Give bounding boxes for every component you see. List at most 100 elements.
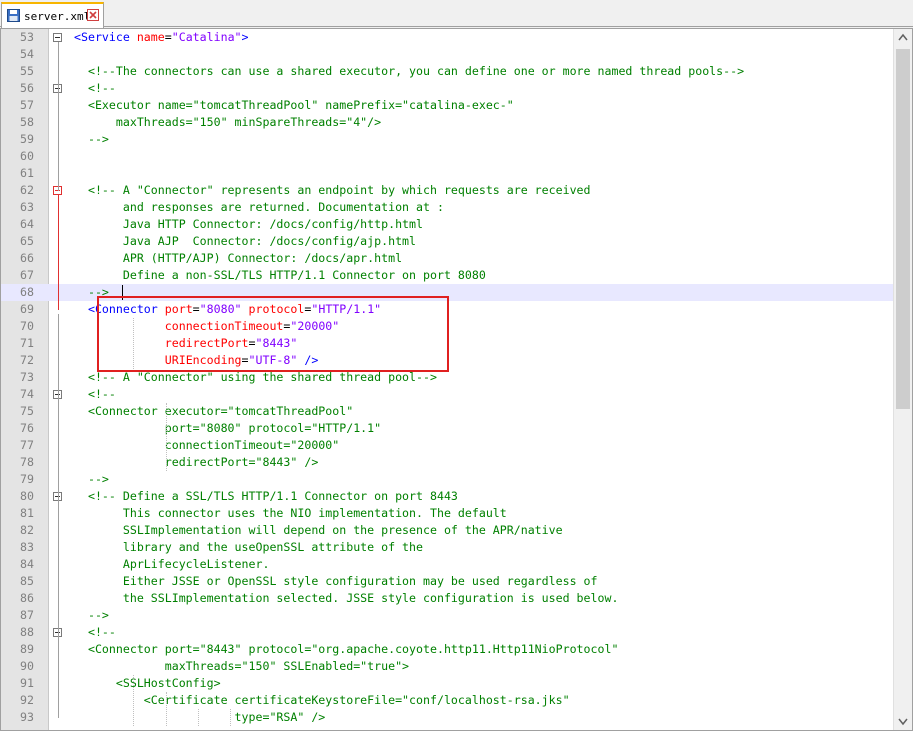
- tab-server-xml[interactable]: server.xml: [1, 2, 104, 28]
- code-line[interactable]: 83 library and the useOpenSSL attribute …: [1, 539, 894, 556]
- code-text: -->: [74, 131, 109, 148]
- code-token: This connector uses the NIO implementati…: [74, 506, 507, 520]
- code-token: SSLImplementation will depend on the pre…: [74, 523, 563, 537]
- code-line[interactable]: 75 <Connector executor="tomcatThreadPool…: [1, 403, 894, 420]
- code-line[interactable]: 82 SSLImplementation will depend on the …: [1, 522, 894, 539]
- code-token: Java HTTP Connector: /docs/config/http.h…: [74, 217, 424, 231]
- code-token: <Certificate certificateKeystoreFile="co…: [74, 693, 570, 707]
- line-number: 75: [20, 404, 34, 418]
- code-line[interactable]: 62 <!-- A "Connector" represents an endp…: [1, 182, 894, 199]
- close-icon[interactable]: [87, 9, 99, 21]
- fold-guide-line: [58, 314, 59, 718]
- indent-guide: [198, 709, 199, 726]
- code-text: This connector uses the NIO implementati…: [74, 505, 507, 522]
- code-token: library and the useOpenSSL attribute of …: [74, 540, 424, 554]
- code-line[interactable]: 67 Define a non-SSL/TLS HTTP/1.1 Connect…: [1, 267, 894, 284]
- tab-title: server.xml: [24, 10, 91, 23]
- line-number: 89: [20, 642, 34, 656]
- vertical-scrollbar[interactable]: [893, 29, 912, 730]
- code-token: <!--: [74, 81, 116, 95]
- line-number: 81: [20, 506, 34, 520]
- code-text: SSLImplementation will depend on the pre…: [74, 522, 563, 539]
- fold-toggle[interactable]: [53, 33, 62, 42]
- code-line[interactable]: 92 <Certificate certificateKeystoreFile=…: [1, 692, 894, 709]
- line-number: 90: [20, 659, 34, 673]
- code-line[interactable]: 59 -->: [1, 131, 894, 148]
- code-text: <Certificate certificateKeystoreFile="co…: [74, 692, 570, 709]
- code-token: <Connector port="8443" protocol="org.apa…: [74, 642, 619, 656]
- code-token: <!-- Define a SSL/TLS HTTP/1.1 Connector…: [74, 489, 458, 503]
- scroll-up-icon[interactable]: [894, 29, 912, 46]
- code-line[interactable]: 89 <Connector port="8443" protocol="org.…: [1, 641, 894, 658]
- line-number: 87: [20, 608, 34, 622]
- code-token: <SSLHostConfig>: [74, 676, 221, 690]
- code-line[interactable]: 90 maxThreads="150" SSLEnabled="true">: [1, 658, 894, 675]
- code-text: <!--The connectors can use a shared exec…: [74, 63, 744, 80]
- code-token: "Catalina": [171, 30, 242, 44]
- line-number: 57: [20, 98, 34, 112]
- code-line[interactable]: 77 connectionTimeout="20000": [1, 437, 894, 454]
- line-number: 65: [20, 234, 34, 248]
- code-token: redirectPort="8443" />: [74, 455, 319, 469]
- code-line[interactable]: 93 type="RSA" />: [1, 709, 894, 726]
- code-line[interactable]: 76 port="8080" protocol="HTTP/1.1": [1, 420, 894, 437]
- code-line[interactable]: 80 <!-- Define a SSL/TLS HTTP/1.1 Connec…: [1, 488, 894, 505]
- code-line[interactable]: 53 <Service name="Catalina">: [1, 29, 894, 46]
- line-number: 55: [20, 64, 34, 78]
- indent-guide: [230, 709, 231, 726]
- code-line[interactable]: 79 -->: [1, 471, 894, 488]
- line-number: 56: [20, 81, 34, 95]
- code-line[interactable]: 81 This connector uses the NIO implement…: [1, 505, 894, 522]
- line-number: 64: [20, 217, 34, 231]
- code-text: <Service name="Catalina">: [74, 29, 249, 46]
- code-line[interactable]: 55 <!--The connectors can use a shared e…: [1, 63, 894, 80]
- code-line[interactable]: 54: [1, 46, 894, 63]
- line-number: 66: [20, 251, 34, 265]
- code-line[interactable]: 84 AprLifecycleListener.: [1, 556, 894, 573]
- code-line[interactable]: 86 the SSLImplementation selected. JSSE …: [1, 590, 894, 607]
- code-text: <!--: [74, 624, 116, 641]
- code-text: Java AJP Connector: /docs/config/ajp.htm…: [74, 233, 416, 250]
- code-token: maxThreads="150" minSpareThreads="4"/>: [74, 115, 382, 129]
- scrollbar-thumb[interactable]: [896, 49, 910, 409]
- code-text: -->: [74, 607, 109, 624]
- code-text: AprLifecycleListener.: [74, 556, 270, 573]
- indent-guide: [166, 692, 167, 726]
- code-token: <!--: [74, 625, 116, 639]
- line-number: 78: [20, 455, 34, 469]
- code-token: maxThreads="150" SSLEnabled="true">: [74, 659, 410, 673]
- line-number: 88: [20, 625, 34, 639]
- code-text: library and the useOpenSSL attribute of …: [74, 539, 423, 556]
- line-number: 60: [20, 149, 34, 163]
- code-line[interactable]: 74 <!--: [1, 386, 894, 403]
- code-text: Either JSSE or OpenSSL style configurati…: [74, 573, 598, 590]
- code-line[interactable]: 65 Java AJP Connector: /docs/config/ajp.…: [1, 233, 894, 250]
- code-token: <Connector executor="tomcatThreadPool": [74, 404, 354, 418]
- code-line[interactable]: 57 <Executor name="tomcatThreadPool" nam…: [1, 97, 894, 114]
- code-text: <!--: [74, 386, 116, 403]
- code-line[interactable]: 61: [1, 165, 894, 182]
- code-text: redirectPort="8443" />: [74, 454, 319, 471]
- code-line[interactable]: 66 APR (HTTP/AJP) Connector: /docs/apr.h…: [1, 250, 894, 267]
- code-line[interactable]: 87 -->: [1, 607, 894, 624]
- line-number: 68: [20, 285, 34, 299]
- scroll-down-icon[interactable]: [894, 713, 912, 730]
- code-line[interactable]: 60: [1, 148, 894, 165]
- code-line[interactable]: 88 <!--: [1, 624, 894, 641]
- line-number: 70: [20, 319, 34, 333]
- code-line[interactable]: 64 Java HTTP Connector: /docs/config/htt…: [1, 216, 894, 233]
- code-line[interactable]: 78 redirectPort="8443" />: [1, 454, 894, 471]
- code-line[interactable]: 85 Either JSSE or OpenSSL style configur…: [1, 573, 894, 590]
- line-number: 76: [20, 421, 34, 435]
- line-number: 83: [20, 540, 34, 554]
- line-number: 80: [20, 489, 34, 503]
- code-line[interactable]: 56 <!--: [1, 80, 894, 97]
- code-token: -->: [74, 472, 109, 486]
- code-token: <!--The connectors can use a shared exec…: [74, 64, 745, 78]
- code-editor[interactable]: 53 <Service name="Catalina"> 54 55 <!--The …: [0, 28, 913, 731]
- code-line[interactable]: 91 <SSLHostConfig>: [1, 675, 894, 692]
- code-token: -->: [74, 608, 109, 622]
- code-text: <SSLHostConfig>: [74, 675, 221, 692]
- code-line[interactable]: 58 maxThreads="150" minSpareThreads="4"/…: [1, 114, 894, 131]
- code-line[interactable]: 63 and responses are returned. Documenta…: [1, 199, 894, 216]
